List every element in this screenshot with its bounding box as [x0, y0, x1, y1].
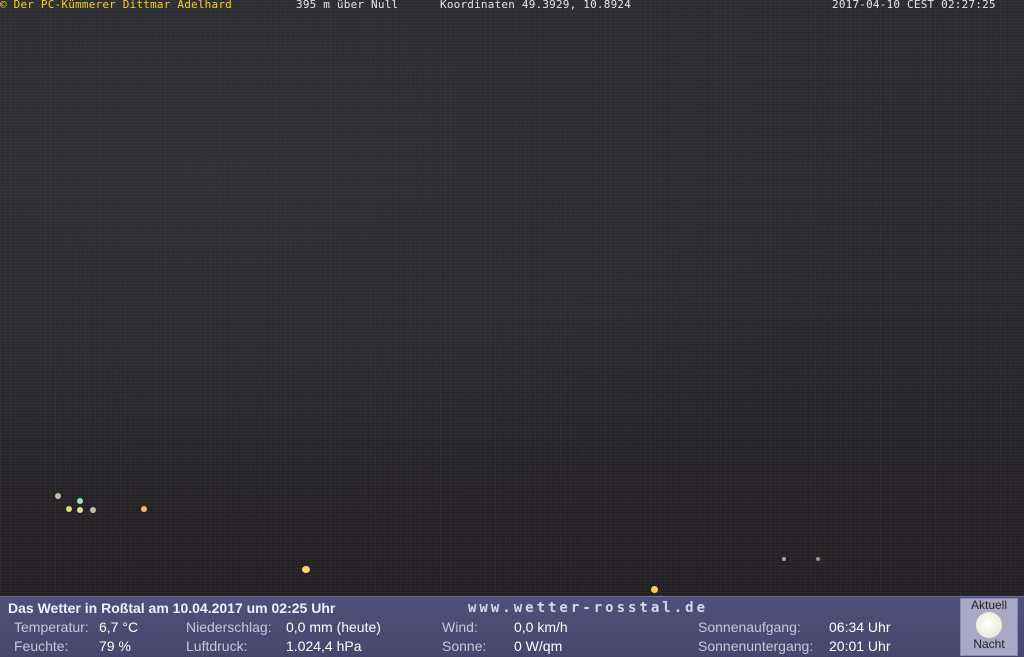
village-light [141, 506, 147, 512]
sunrise-value: 06:34 Uhr [829, 619, 891, 635]
coordinates-text: Koordinaten 49.3929, 10.8924 [440, 0, 632, 11]
sunrise-label: Sonnenaufgang: [698, 619, 801, 635]
wind-label: Wind: [442, 619, 478, 635]
street-light [302, 566, 310, 573]
village-light [77, 507, 83, 513]
sun-value: 0 W/qm [514, 638, 563, 654]
weather-title: Das Wetter in Roßtal am 10.04.2017 um 02… [8, 600, 336, 616]
copyright-text: © Der PC-Kümmerer Dittmar Adelhard [0, 0, 232, 11]
pressure-value: 1.024,4 hPa [286, 638, 362, 654]
status-badge: Aktuell Nacht [960, 598, 1018, 656]
distant-light [816, 557, 820, 561]
sunset-label: Sonnenuntergang: [698, 638, 814, 654]
status-badge-bottom-label: Nacht [973, 637, 1005, 651]
pressure-label: Luftdruck: [186, 638, 248, 654]
distant-light [782, 557, 786, 561]
precipitation-value: 0,0 mm (heute) [286, 619, 381, 635]
village-light [77, 498, 83, 504]
village-light [55, 493, 61, 499]
wind-value: 0,0 km/h [514, 619, 568, 635]
precipitation-label: Niederschlag: [186, 619, 272, 635]
village-light [90, 507, 96, 513]
timestamp-text: 2017-04-10 CEST 02:27:25 [832, 0, 996, 11]
website-link[interactable]: www.wetter-rosstal.de [468, 600, 708, 616]
temperature-value: 6,7 °C [99, 619, 139, 635]
altitude-text: 395 m über Null [296, 0, 399, 11]
street-light [651, 586, 658, 593]
moon-icon [976, 612, 1002, 638]
temperature-label: Temperatur: [14, 619, 89, 635]
sun-label: Sonne: [442, 638, 487, 654]
sunset-value: 20:01 Uhr [829, 638, 891, 654]
status-badge-top-label: Aktuell [970, 598, 1008, 612]
weather-info-bar: Das Wetter in Roßtal am 10.04.2017 um 02… [0, 596, 1024, 657]
village-light [66, 506, 72, 512]
webcam-image [0, 0, 1024, 596]
humidity-label: Feuchte: [14, 638, 69, 654]
humidity-value: 79 % [99, 638, 131, 654]
